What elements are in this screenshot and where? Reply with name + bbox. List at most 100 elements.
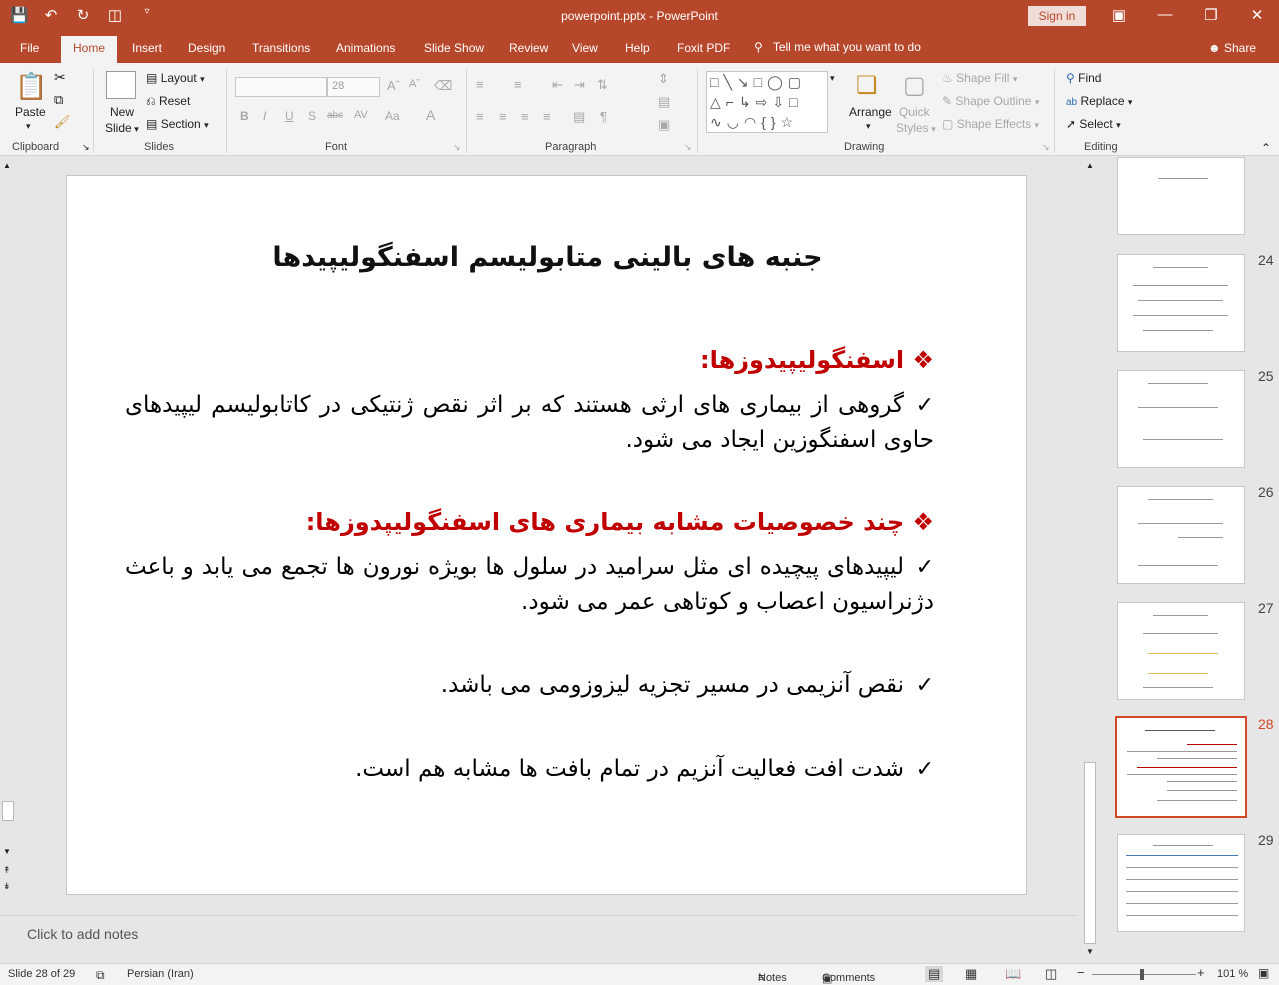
bullet-item-1[interactable]: ✓گروهی از بیماری های ارثی هستند که بر اث… xyxy=(125,388,934,458)
drawing-launcher-icon[interactable]: ↘ xyxy=(1042,142,1050,153)
scroll-thumb[interactable] xyxy=(2,801,14,821)
paste-icon[interactable]: 📋 xyxy=(15,71,47,102)
slideshow-view-icon[interactable]: ◫ xyxy=(1045,966,1057,982)
scroll-up-icon[interactable]: ▲ xyxy=(3,161,11,170)
arrange-dropdown-icon[interactable]: ▾ xyxy=(866,121,871,132)
tab-help[interactable]: Help xyxy=(625,41,650,55)
paste-button[interactable]: Paste xyxy=(15,105,46,119)
tab-animations[interactable]: Animations xyxy=(336,41,395,55)
scroll-thumb[interactable] xyxy=(1084,762,1096,944)
strikethrough-icon[interactable]: abc xyxy=(327,110,343,121)
font-launcher-icon[interactable]: ↘ xyxy=(453,142,461,153)
reading-view-icon[interactable]: 📖 xyxy=(1005,966,1021,982)
decrease-indent-icon[interactable]: ⇤ xyxy=(552,77,563,93)
copy-icon[interactable]: ⧉ xyxy=(54,92,63,108)
arrange-button[interactable]: Arrange xyxy=(849,105,892,119)
section-button[interactable]: ▤ Section ▾ xyxy=(146,117,209,131)
reset-button[interactable]: ⎌ Reset xyxy=(146,94,190,109)
format-painter-icon[interactable]: 🖌 xyxy=(54,114,71,130)
new-slide-button[interactable]: Slide ▾ xyxy=(105,121,139,135)
shapes-gallery[interactable]: □╲↘□◯▢ △⌐↳⇨⇩□ ∿◡◠{}☆ xyxy=(706,71,828,133)
notes-placeholder[interactable]: Click to add notes xyxy=(27,926,138,942)
zoom-slider[interactable] xyxy=(1092,974,1196,975)
increase-indent-icon[interactable]: ⇥ xyxy=(574,77,585,93)
font-color-icon[interactable]: A xyxy=(426,107,435,123)
tab-home[interactable]: Home xyxy=(61,36,118,63)
slide-thumbnail[interactable] xyxy=(1117,254,1245,352)
italic-icon[interactable]: I xyxy=(263,109,266,123)
tab-transitions[interactable]: Transitions xyxy=(252,41,310,55)
shapes-more-icon[interactable]: ▾ xyxy=(830,73,835,84)
smartart-icon[interactable]: ▣ xyxy=(658,117,670,133)
scroll-down-icon[interactable]: ▼ xyxy=(3,847,11,856)
shrink-font-icon[interactable]: Aˇ xyxy=(409,78,420,90)
slide-thumbnail[interactable] xyxy=(1117,486,1245,584)
sign-in-button[interactable]: Sign in xyxy=(1028,6,1086,26)
thumbs-scroll-down-icon[interactable]: ▼ xyxy=(1086,947,1094,956)
align-text-icon[interactable]: ▤ xyxy=(658,94,670,110)
align-right-icon[interactable]: ≡ xyxy=(521,109,529,124)
language-indicator[interactable]: Persian (Iran) xyxy=(127,968,194,980)
tab-design[interactable]: Design xyxy=(188,41,225,55)
char-spacing-icon[interactable]: AV xyxy=(354,109,368,121)
zoom-out-icon[interactable]: − xyxy=(1077,965,1085,980)
font-name-combo[interactable] xyxy=(235,77,327,97)
collapse-ribbon-icon[interactable]: ⌃ xyxy=(1261,141,1271,155)
tell-me-box[interactable]: ⚲ Tell me what you want to do xyxy=(754,40,921,54)
paragraph-launcher-icon[interactable]: ↘ xyxy=(684,142,692,153)
ribbon-display-icon[interactable]: ▣ xyxy=(1104,6,1134,24)
bullet-item-3[interactable]: ✓ نقص آنزیمی در مسیر تجزیه لیزوزومی می با… xyxy=(125,668,934,703)
spellcheck-icon[interactable]: ⧉ xyxy=(96,968,105,983)
previous-slide-icon[interactable]: ↟ xyxy=(3,865,11,876)
numbering-icon[interactable]: ≡ xyxy=(514,77,522,92)
normal-view-icon[interactable]: ▤ xyxy=(925,966,944,982)
change-case-icon[interactable]: Aa xyxy=(385,109,400,123)
grow-font-icon[interactable]: Aˆ xyxy=(387,78,400,93)
align-left-icon[interactable]: ≡ xyxy=(476,109,484,124)
shape-effects-button[interactable]: ▢ Shape Effects ▾ xyxy=(942,117,1039,131)
zoom-level[interactable]: 101 % xyxy=(1217,968,1248,980)
heading-2[interactable]: ❖ چند خصوصیات مشابه بیماری های اسفنگولیپ… xyxy=(306,508,934,536)
paste-dropdown-icon[interactable]: ▾ xyxy=(26,121,31,132)
zoom-in-icon[interactable]: + xyxy=(1197,965,1205,980)
tab-insert[interactable]: Insert xyxy=(132,41,162,55)
text-direction-icon[interactable]: ⇕ xyxy=(658,71,669,87)
shape-outline-button[interactable]: ✎ Shape Outline ▾ xyxy=(942,94,1039,108)
replace-button[interactable]: ab Replace ▾ xyxy=(1066,94,1132,108)
slide-thumbnail[interactable] xyxy=(1117,370,1245,468)
bullet-item-2[interactable]: ✓لیپیدهای پیچیده ای مثل سرامید در سلول ه… xyxy=(125,550,934,620)
select-button[interactable]: ➚ Select ▾ xyxy=(1066,117,1121,131)
minimize-icon[interactable]: — xyxy=(1150,6,1180,23)
slide-title[interactable]: جنبه های بالینی متابولیسم اسفنگولیپیدها xyxy=(67,242,1028,273)
font-size-combo[interactable]: 28 xyxy=(327,77,380,97)
close-icon[interactable]: ✕ xyxy=(1242,6,1272,24)
tab-review[interactable]: Review xyxy=(509,41,548,55)
cut-icon[interactable]: ✂ xyxy=(54,69,66,86)
maximize-icon[interactable]: ❐ xyxy=(1196,6,1226,24)
shadow-icon[interactable]: S xyxy=(308,109,316,123)
slide[interactable]: جنبه های بالینی متابولیسم اسفنگولیپیدها … xyxy=(66,175,1027,895)
slide-thumbnail[interactable] xyxy=(1117,834,1245,932)
tab-file[interactable]: File xyxy=(20,41,39,55)
next-slide-icon[interactable]: ↡ xyxy=(3,881,11,892)
quick-styles-icon[interactable]: ▢ xyxy=(903,71,926,100)
clear-formatting-icon[interactable]: ⌫ xyxy=(434,78,452,94)
notes-pane[interactable]: Click to add notes xyxy=(0,915,1076,963)
justify-icon[interactable]: ≡ xyxy=(543,109,551,124)
heading-1[interactable]: ❖ اسفنگولیپیدوزها: xyxy=(700,346,934,374)
tab-slide-show[interactable]: Slide Show xyxy=(424,41,484,55)
bold-icon[interactable]: B xyxy=(240,109,249,123)
fit-to-window-icon[interactable]: ▣ xyxy=(1258,966,1269,980)
new-slide-icon[interactable] xyxy=(106,71,136,99)
tab-foxit-pdf[interactable]: Foxit PDF xyxy=(677,41,730,55)
slide-sorter-icon[interactable]: ▦ xyxy=(965,966,977,982)
underline-icon[interactable]: U xyxy=(285,109,294,123)
zoom-slider-knob[interactable] xyxy=(1140,969,1144,980)
columns-icon[interactable]: ▤ xyxy=(573,109,585,125)
quick-styles-button[interactable]: Styles ▾ xyxy=(896,121,936,135)
line-spacing-icon[interactable]: ⇅ xyxy=(597,77,608,93)
bullets-icon[interactable]: ≡ xyxy=(476,77,484,92)
arrange-icon[interactable]: ❏ xyxy=(856,71,878,100)
thumbs-scroll-up-icon[interactable]: ▲ xyxy=(1086,161,1094,170)
slide-thumbnail[interactable] xyxy=(1117,602,1245,700)
